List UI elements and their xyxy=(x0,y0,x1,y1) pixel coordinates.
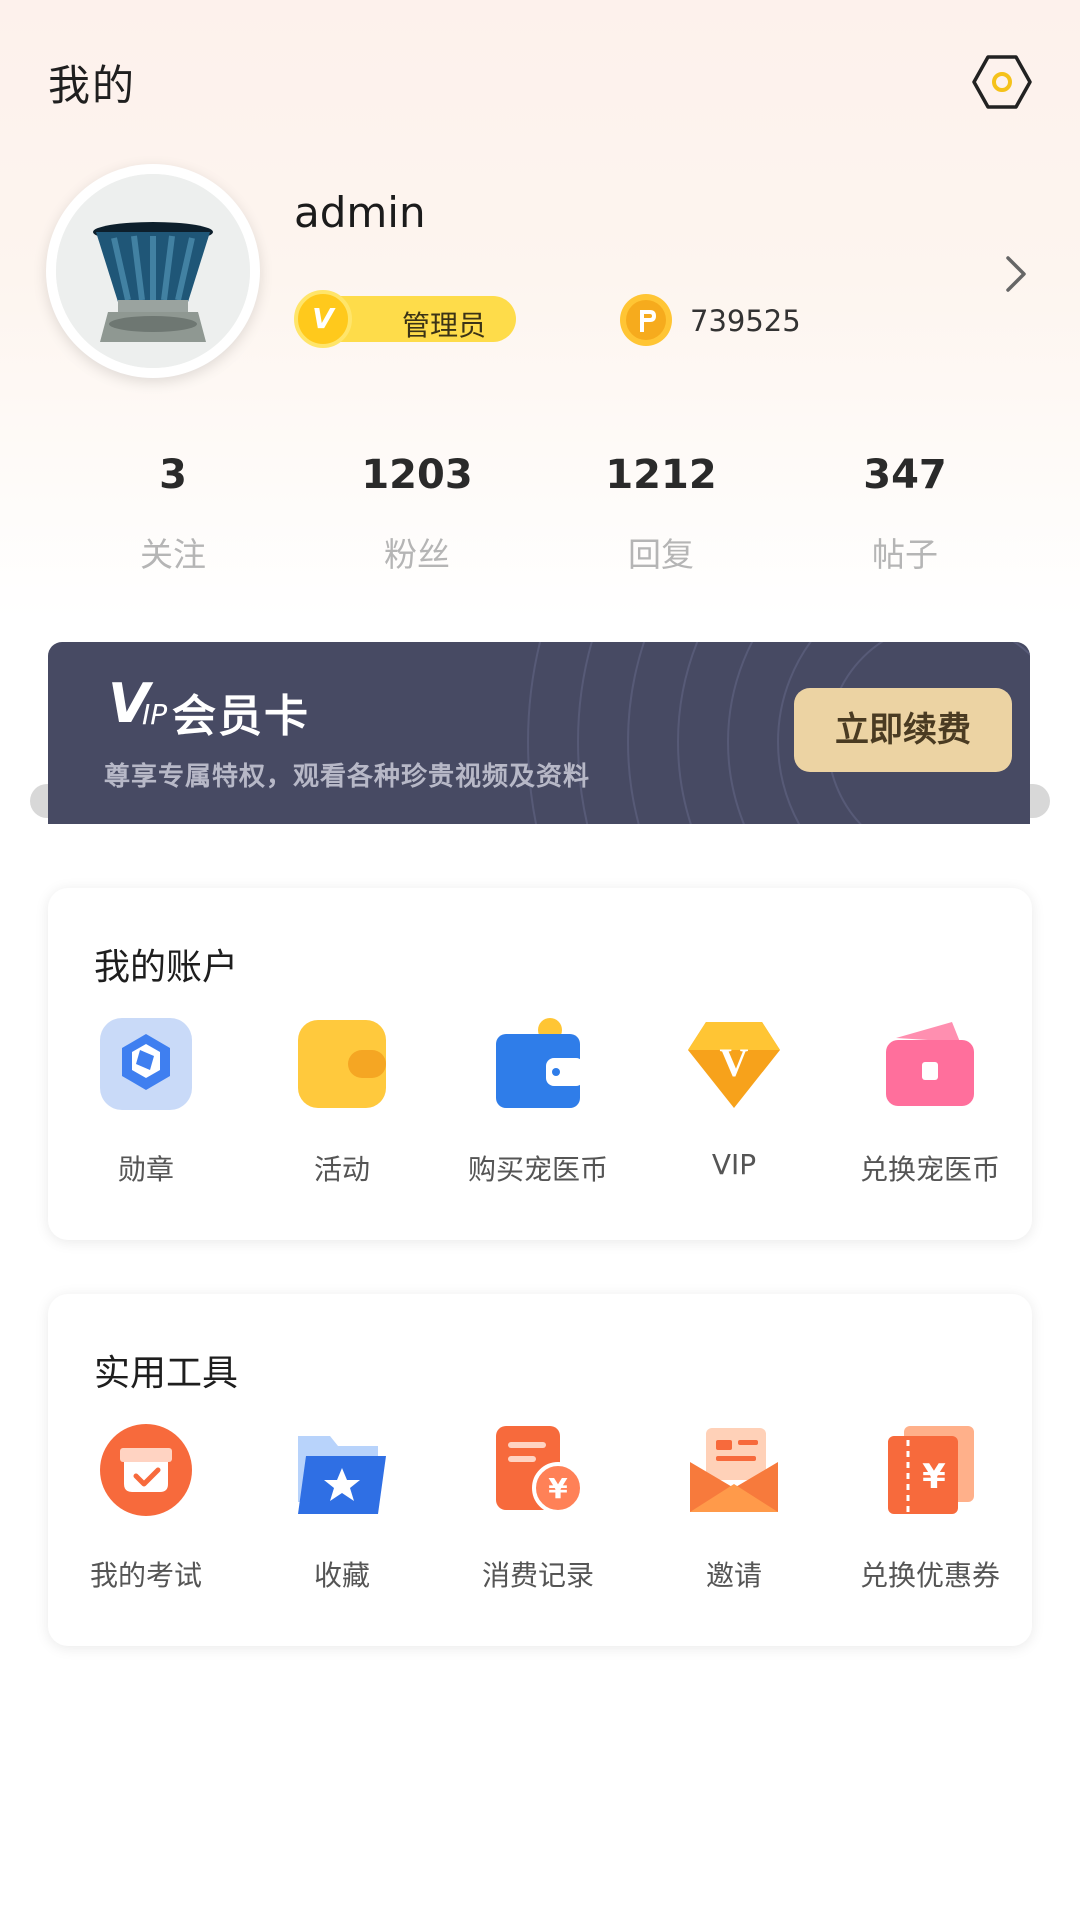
account-item-buy-coins[interactable]: 购买宠医币 xyxy=(440,1016,636,1188)
stat-label: 帖子 xyxy=(872,535,938,574)
stat-posts[interactable]: 347 帖子 xyxy=(785,452,1025,576)
section-title: 我的账户 xyxy=(94,947,239,988)
tool-item-exam[interactable]: 我的考试 xyxy=(48,1422,244,1594)
tool-item-label: 我的考试 xyxy=(89,1559,202,1592)
tool-item-label: 邀请 xyxy=(705,1559,762,1592)
account-item-exchange-coins[interactable]: 兑换宠医币 xyxy=(832,1016,1028,1188)
vip-title: 会员卡 xyxy=(172,691,310,742)
tool-item-favorites[interactable]: 收藏 xyxy=(244,1422,440,1594)
stat-value: 347 xyxy=(863,452,947,498)
account-section: 我的账户 勋章 活动 购买宠医币 V VIP 兑换宠医币 xyxy=(48,888,1032,1240)
favorite-folder-icon xyxy=(298,1436,386,1514)
vip-logo-icon: V IP xyxy=(108,672,168,735)
account-item-label: 勋章 xyxy=(117,1153,174,1186)
coin-icon xyxy=(618,292,674,348)
stat-label: 粉丝 xyxy=(384,535,450,574)
consumption-record-icon: ¥ xyxy=(496,1426,584,1514)
account-item-medal[interactable]: 勋章 xyxy=(48,1016,244,1188)
wallet-activity-icon xyxy=(298,1020,386,1108)
tool-item-label: 兑换优惠券 xyxy=(859,1559,1000,1592)
stat-replies[interactable]: 1212 回复 xyxy=(541,452,781,576)
exam-icon xyxy=(100,1424,192,1516)
exchange-wallet-icon xyxy=(886,1022,974,1106)
tool-item-label: 收藏 xyxy=(313,1559,370,1592)
wallet-coin-icon xyxy=(496,1018,584,1108)
page-title: 我的 xyxy=(48,61,137,110)
vip-subtitle: 尊享专属特权，观看各种珍贵视频及资料 xyxy=(104,762,591,792)
tool-item-label: 消费记录 xyxy=(481,1559,594,1592)
username: admin xyxy=(294,188,426,237)
account-item-label: 兑换宠医币 xyxy=(859,1153,1000,1186)
account-item-label: VIP xyxy=(711,1148,757,1181)
stat-label: 回复 xyxy=(628,535,694,574)
role-label: 管理员 xyxy=(402,309,487,342)
tool-item-invite[interactable]: 邀请 xyxy=(636,1422,832,1594)
account-item-activity[interactable]: 活动 xyxy=(244,1016,440,1188)
tools-section: 实用工具 我的考试 收藏 ¥ 消费记录 邀请 ¥ 兑换优惠券 xyxy=(48,1294,1032,1646)
svg-text:¥: ¥ xyxy=(548,1472,568,1505)
svg-text:V: V xyxy=(720,1040,749,1085)
avatar[interactable] xyxy=(46,164,260,378)
account-item-vip[interactable]: V VIP xyxy=(636,1016,832,1181)
stat-value: 1203 xyxy=(361,452,473,498)
stat-following[interactable]: 3 关注 xyxy=(53,452,293,576)
role-badge: V 管理员 xyxy=(294,290,516,348)
invite-envelope-icon xyxy=(690,1428,778,1512)
tool-item-coupon[interactable]: ¥ 兑换优惠券 xyxy=(832,1422,1028,1594)
vip-diamond-icon: V xyxy=(688,1022,780,1108)
coin-count: 739525 xyxy=(690,304,801,338)
settings-button[interactable] xyxy=(970,50,1034,114)
vip-banner[interactable]: V IP 会员卡 尊享专属特权，观看各种珍贵视频及资料 立即续费 xyxy=(30,638,1050,828)
medal-icon xyxy=(100,1018,192,1110)
stat-value: 3 xyxy=(159,452,187,498)
profile-detail-arrow[interactable] xyxy=(996,252,1036,296)
chevron-right-icon xyxy=(1006,256,1026,292)
svg-text:¥: ¥ xyxy=(922,1457,946,1497)
settings-hexagon-icon xyxy=(972,55,1032,109)
coupon-icon: ¥ xyxy=(888,1426,974,1514)
section-title: 实用工具 xyxy=(94,1353,239,1394)
avatar-vase-image xyxy=(56,174,250,368)
stat-value: 1212 xyxy=(605,452,717,498)
renew-button[interactable]: 立即续费 xyxy=(794,688,1012,772)
tool-item-consumption-record[interactable]: ¥ 消费记录 xyxy=(440,1422,636,1594)
stat-label: 关注 xyxy=(140,535,206,574)
vip-badge-icon: V xyxy=(294,290,352,348)
account-item-label: 活动 xyxy=(313,1153,370,1186)
stat-followers[interactable]: 1203 粉丝 xyxy=(297,452,537,576)
account-item-label: 购买宠医币 xyxy=(467,1153,608,1186)
